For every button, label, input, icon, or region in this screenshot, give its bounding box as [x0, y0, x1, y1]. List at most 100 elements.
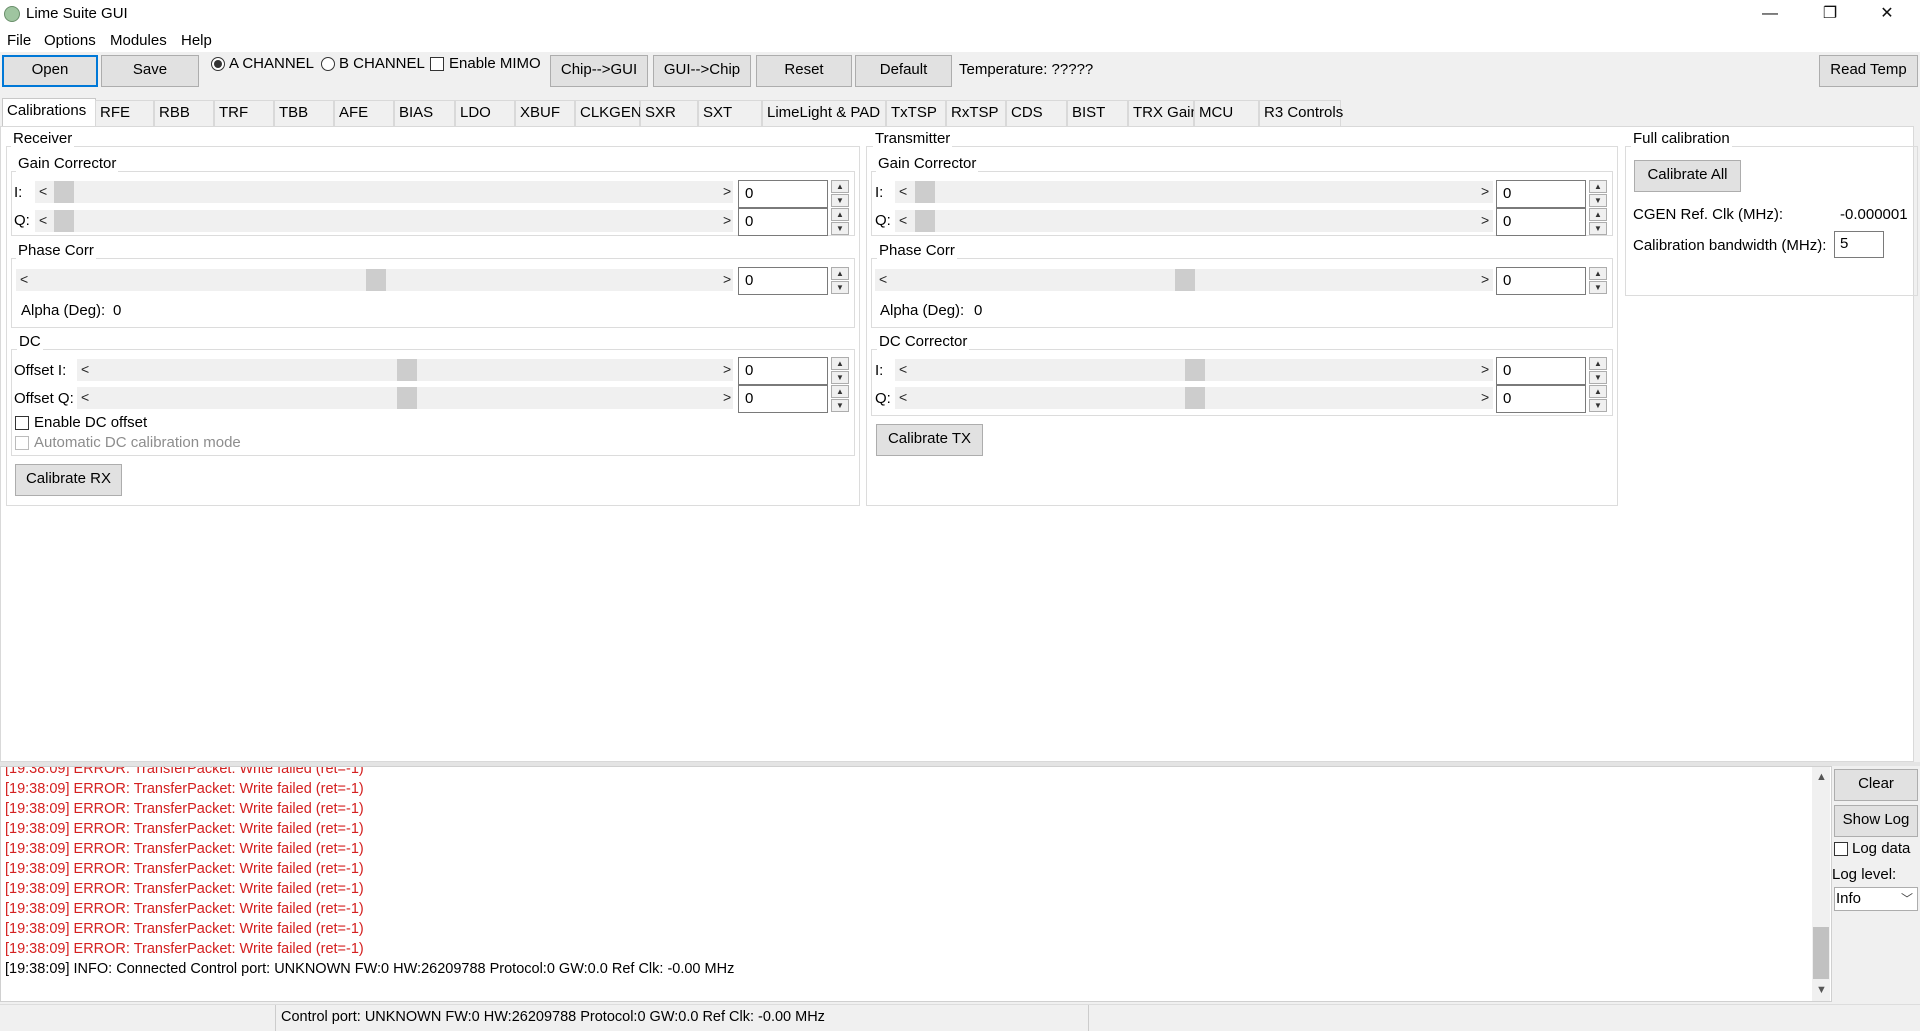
tab-rbb[interactable]: RBB — [154, 100, 214, 126]
log-view[interactable]: [19:38:09] ERROR: TransferPacket: Write … — [0, 766, 1832, 1002]
rx-phase-spin-arrows[interactable]: ▲ ▼ — [831, 267, 849, 295]
spin-down-icon[interactable]: ▼ — [1589, 194, 1607, 207]
slider-right-arrow-icon[interactable]: > — [1481, 183, 1489, 199]
rx-phase-slider[interactable]: < > — [16, 269, 733, 291]
tab-rfe[interactable]: RFE — [95, 100, 154, 126]
tx-gain-i-spin-arrows[interactable]: ▲ ▼ — [1589, 180, 1607, 208]
auto-dc-mode-checkbox[interactable] — [15, 436, 29, 450]
open-button[interactable]: Open — [2, 55, 98, 87]
menu-modules[interactable]: Modules — [110, 32, 167, 49]
tx-phase-spin-arrows[interactable]: ▲ ▼ — [1589, 267, 1607, 295]
rx-offset-i-spinbox[interactable]: 0 — [738, 357, 828, 385]
rx-gain-i-spinbox[interactable]: 0 — [738, 180, 828, 208]
spin-down-icon[interactable]: ▼ — [831, 222, 849, 235]
slider-thumb[interactable] — [397, 387, 417, 409]
slider-left-arrow-icon[interactable]: < — [39, 212, 47, 228]
spin-down-icon[interactable]: ▼ — [831, 194, 849, 207]
tx-gain-q-slider[interactable]: < > — [895, 210, 1493, 232]
rx-offset-i-spin-arrows[interactable]: ▲ ▼ — [831, 357, 849, 385]
slider-thumb[interactable] — [915, 210, 935, 232]
clear-log-button[interactable]: Clear — [1834, 769, 1918, 801]
close-button[interactable]: ✕ — [1864, 0, 1910, 30]
tab-xbuf[interactable]: XBUF — [515, 100, 575, 126]
tx-dc-q-spinbox[interactable]: 0 — [1496, 385, 1586, 413]
slider-thumb[interactable] — [366, 269, 386, 291]
tx-dc-q-slider[interactable]: < > — [895, 387, 1493, 409]
spin-up-icon[interactable]: ▲ — [831, 357, 849, 370]
rx-phase-spinbox[interactable]: 0 — [738, 267, 828, 295]
spin-up-icon[interactable]: ▲ — [1589, 267, 1607, 280]
b-channel-radio[interactable] — [321, 57, 335, 71]
slider-left-arrow-icon[interactable]: < — [899, 389, 907, 405]
rx-gain-i-slider[interactable]: < > — [35, 181, 733, 203]
enable-mimo-checkbox[interactable] — [430, 57, 444, 71]
spin-down-icon[interactable]: ▼ — [831, 399, 849, 412]
reset-button[interactable]: Reset — [756, 55, 852, 87]
tx-dc-i-spin-arrows[interactable]: ▲ ▼ — [1589, 357, 1607, 385]
calibration-bandwidth-input[interactable]: 5 — [1834, 231, 1884, 258]
slider-left-arrow-icon[interactable]: < — [39, 183, 47, 199]
slider-left-arrow-icon[interactable]: < — [899, 212, 907, 228]
default-button[interactable]: Default — [855, 55, 952, 87]
rx-gain-q-spinbox[interactable]: 0 — [738, 208, 828, 236]
tab-bist[interactable]: BIST — [1067, 100, 1128, 126]
slider-right-arrow-icon[interactable]: > — [723, 389, 731, 405]
slider-right-arrow-icon[interactable]: > — [723, 271, 731, 287]
spin-down-icon[interactable]: ▼ — [1589, 281, 1607, 294]
tab-afe[interactable]: AFE — [334, 100, 394, 126]
tab-clkgen[interactable]: CLKGEN — [575, 100, 642, 126]
tab-calibrations[interactable]: Calibrations — [2, 98, 96, 127]
spin-down-icon[interactable]: ▼ — [831, 371, 849, 384]
slider-right-arrow-icon[interactable]: > — [1481, 271, 1489, 287]
slider-left-arrow-icon[interactable]: < — [81, 361, 89, 377]
rx-offset-i-slider[interactable]: < > — [77, 359, 733, 381]
rx-offset-q-spin-arrows[interactable]: ▲ ▼ — [831, 385, 849, 413]
minimize-button[interactable]: — — [1747, 0, 1793, 30]
tx-dc-q-spin-arrows[interactable]: ▲ ▼ — [1589, 385, 1607, 413]
tx-dc-i-slider[interactable]: < > — [895, 359, 1493, 381]
tx-phase-slider[interactable]: < > — [875, 269, 1493, 291]
scroll-thumb[interactable] — [1813, 927, 1829, 979]
rx-gain-i-spin-arrows[interactable]: ▲ ▼ — [831, 180, 849, 208]
save-button[interactable]: Save — [101, 55, 199, 87]
slider-right-arrow-icon[interactable]: > — [1481, 212, 1489, 228]
tx-phase-spinbox[interactable]: 0 — [1496, 267, 1586, 295]
tx-dc-i-spinbox[interactable]: 0 — [1496, 357, 1586, 385]
calibrate-tx-button[interactable]: Calibrate TX — [876, 424, 983, 456]
show-log-button[interactable]: Show Log — [1834, 805, 1918, 837]
tab-trx-gain[interactable]: TRX Gain — [1128, 100, 1199, 126]
tab-sxr[interactable]: SXR — [640, 100, 698, 126]
slider-right-arrow-icon[interactable]: > — [1481, 389, 1489, 405]
menu-options[interactable]: Options — [44, 32, 96, 49]
tab-cds[interactable]: CDS — [1006, 100, 1067, 126]
calibrate-all-button[interactable]: Calibrate All — [1634, 160, 1741, 192]
scroll-down-icon[interactable]: ▼ — [1816, 984, 1827, 996]
tab-bias[interactable]: BIAS — [394, 100, 455, 126]
spin-down-icon[interactable]: ▼ — [831, 281, 849, 294]
spin-up-icon[interactable]: ▲ — [1589, 208, 1607, 221]
rx-offset-q-spinbox[interactable]: 0 — [738, 385, 828, 413]
spin-up-icon[interactable]: ▲ — [1589, 357, 1607, 370]
spin-up-icon[interactable]: ▲ — [1589, 385, 1607, 398]
scroll-up-icon[interactable]: ▲ — [1816, 771, 1827, 783]
slider-thumb[interactable] — [915, 181, 935, 203]
tx-gain-i-spinbox[interactable]: 0 — [1496, 180, 1586, 208]
rx-gain-q-spin-arrows[interactable]: ▲ ▼ — [831, 208, 849, 236]
spin-up-icon[interactable]: ▲ — [1589, 180, 1607, 193]
slider-left-arrow-icon[interactable]: < — [81, 389, 89, 405]
slider-right-arrow-icon[interactable]: > — [723, 212, 731, 228]
slider-thumb[interactable] — [1175, 269, 1195, 291]
tab-sxt[interactable]: SXT — [698, 100, 762, 126]
read-temp-button[interactable]: Read Temp — [1819, 55, 1918, 87]
slider-thumb[interactable] — [1185, 387, 1205, 409]
log-level-select[interactable]: Info ﹀ — [1834, 887, 1918, 911]
slider-thumb[interactable] — [54, 210, 74, 232]
slider-thumb[interactable] — [397, 359, 417, 381]
rx-offset-q-slider[interactable]: < > — [77, 387, 733, 409]
tx-gain-i-slider[interactable]: < > — [895, 181, 1493, 203]
spin-up-icon[interactable]: ▲ — [831, 267, 849, 280]
log-scrollbar[interactable]: ▲ ▼ — [1812, 767, 1830, 1001]
slider-right-arrow-icon[interactable]: > — [723, 183, 731, 199]
slider-right-arrow-icon[interactable]: > — [1481, 361, 1489, 377]
slider-thumb[interactable] — [54, 181, 74, 203]
